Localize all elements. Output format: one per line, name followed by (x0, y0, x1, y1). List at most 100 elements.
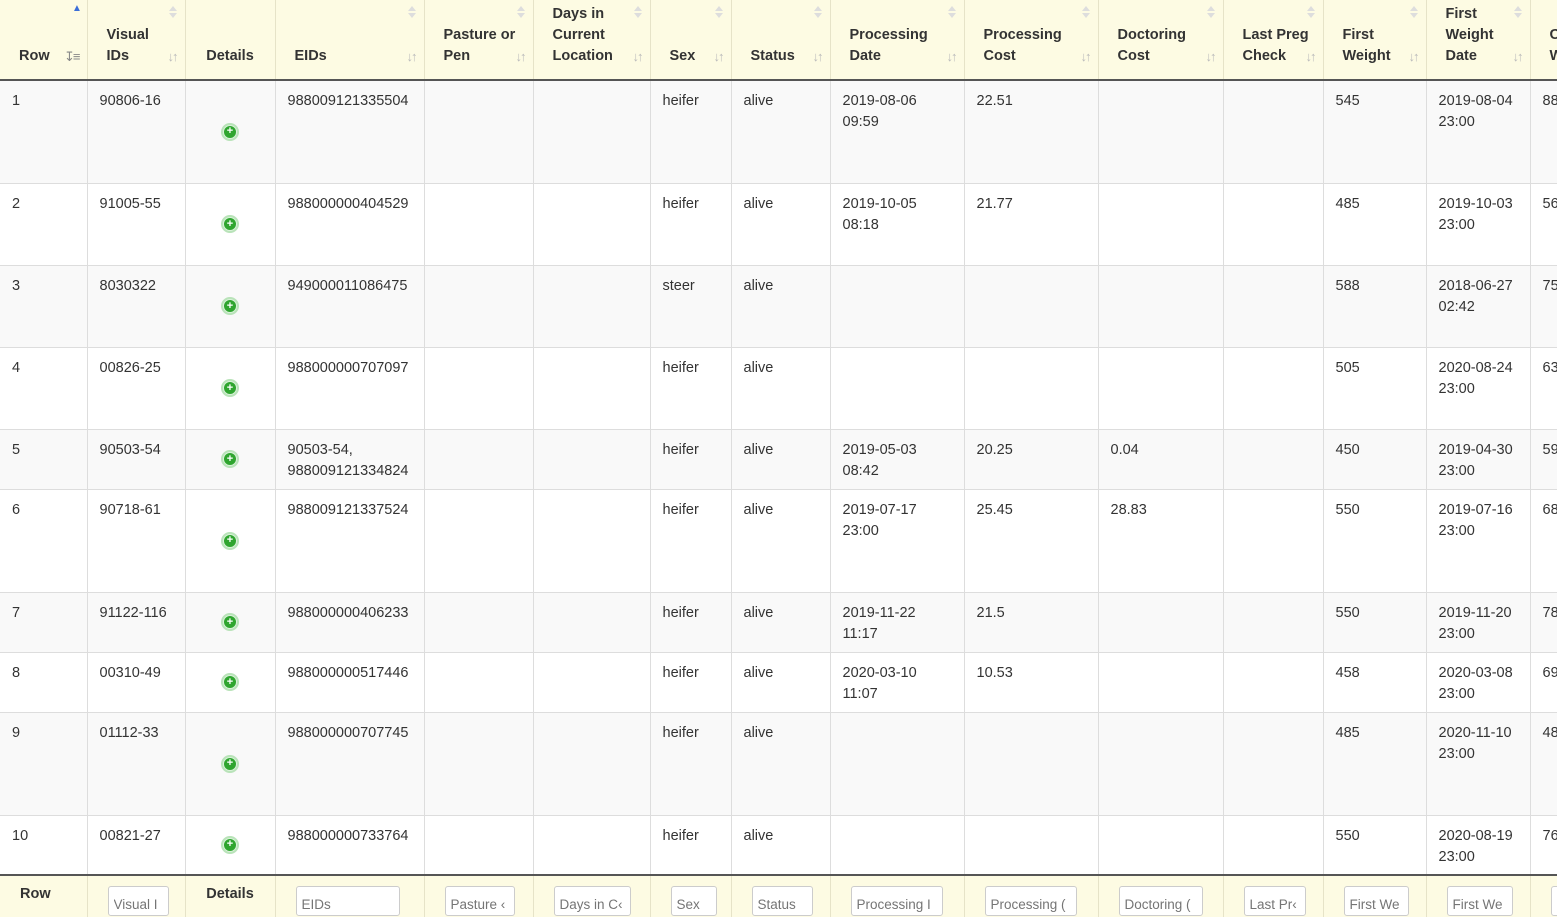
table-row[interactable]: 5 90503-54 +90503-54, 988009121334824 heife… (0, 429, 1557, 490)
expand-details-icon[interactable]: + (221, 531, 239, 550)
sort-toggle-icon[interactable]: ↓↑ (813, 46, 824, 67)
sort-toggle-icon[interactable]: ↓↑ (947, 46, 958, 67)
cell-proc-cost (964, 347, 1099, 430)
sort-arrows-icon[interactable] (1081, 6, 1090, 18)
cell-sex: heifer (650, 429, 732, 490)
sort-arrows-icon[interactable] (813, 6, 822, 18)
column-header-label: Days in Current Location (552, 6, 613, 64)
expand-details-icon[interactable]: + (221, 450, 239, 468)
column-header-status[interactable]: Status ↓↑ (731, 0, 831, 81)
sort-arrows-icon[interactable] (714, 6, 723, 18)
table-row[interactable]: 8 00310-49 +988000000517446 heifer alive 2020… (0, 652, 1557, 713)
cattle-data-table: Row ▲ ↧≡ Visual IDs ↓↑ Details EIDs ↓↑ Pasture o… (0, 0, 1557, 917)
footer-cell-row: Row (0, 874, 88, 917)
sort-arrows-icon[interactable] (407, 6, 416, 18)
expand-details-icon[interactable]: + (221, 379, 239, 397)
cell-pasture (424, 347, 534, 430)
cell-first-weight-date: 2019-04-30 23:00 (1426, 429, 1531, 490)
sort-active-icon[interactable]: ↧≡ (64, 46, 81, 67)
cell-pasture (424, 265, 534, 348)
filter-input-pasture[interactable] (444, 886, 516, 916)
sort-toggle-icon[interactable]: ↓↑ (633, 46, 644, 67)
filter-input-first-weight-date[interactable] (1446, 886, 1513, 916)
footer-cell-preg (1223, 874, 1324, 917)
expand-details-icon[interactable]: + (221, 673, 239, 691)
filter-input-doc-cost[interactable] (1118, 886, 1203, 916)
cell-current-weight: 59 (1530, 429, 1557, 490)
column-header-sex[interactable]: Sex ↓↑ (650, 0, 732, 81)
column-header-first-weight[interactable]: First Weight ↓↑ (1323, 0, 1427, 81)
cell-days (533, 592, 651, 653)
sort-arrows-icon[interactable] (1409, 6, 1418, 18)
cell-doc-cost: 28.83 (1098, 489, 1224, 593)
column-header-visual-ids[interactable]: Visual IDs ↓↑ (87, 0, 186, 81)
cell-days (533, 347, 651, 430)
sort-toggle-icon[interactable]: ↓↑ (516, 46, 527, 67)
cell-row: 10 (0, 815, 88, 876)
cell-proc-cost: 20.25 (964, 429, 1099, 490)
sort-arrows-icon[interactable] (947, 6, 956, 18)
filter-input-preg[interactable] (1243, 886, 1307, 916)
table-row[interactable]: 3 8030322 +949000011086475 steer alive 588 201… (0, 265, 1557, 348)
column-header-days[interactable]: Days in Current Location ↓↑ (533, 0, 651, 81)
sort-toggle-icon[interactable]: ↓↑ (1306, 46, 1317, 67)
column-header-current-weight[interactable]: C W (1530, 0, 1557, 81)
filter-input-sex[interactable] (670, 886, 717, 916)
cell-eids: 988009121337524 (275, 489, 425, 593)
sort-arrows-icon[interactable] (633, 6, 642, 18)
column-header-preg[interactable]: Last Preg Check ↓↑ (1223, 0, 1324, 81)
sort-toggle-icon[interactable]: ↓↑ (168, 46, 179, 67)
table-row[interactable]: 10 00821-27 +988000000733764 heifer alive 550… (0, 815, 1557, 876)
sort-arrows-icon[interactable] (168, 6, 177, 18)
cell-pasture (424, 652, 534, 713)
table-row[interactable]: 9 01112-33 +988000000707745 heifer alive 485 2… (0, 712, 1557, 816)
cell-visual-ids: 00821-27 (87, 815, 186, 876)
sort-toggle-icon[interactable]: ↓↑ (1206, 46, 1217, 67)
filter-input-eids[interactable] (295, 886, 401, 916)
sort-arrows-icon[interactable] (1513, 6, 1522, 18)
column-header-eids[interactable]: EIDs ↓↑ (275, 0, 425, 81)
cell-pasture (424, 592, 534, 653)
sort-toggle-icon[interactable]: ↓↑ (407, 46, 418, 67)
cell-first-weight-date: 2020-11-10 23:00 (1426, 712, 1531, 816)
cell-first-weight-date: 2020-08-19 23:00 (1426, 815, 1531, 876)
filter-input-first-weight[interactable] (1343, 886, 1409, 916)
table-row[interactable]: 7 91122-116 +988000000406233 heifer alive 201… (0, 592, 1557, 653)
cell-pasture (424, 80, 534, 184)
sort-arrows-icon[interactable] (1206, 6, 1215, 18)
expand-details-icon[interactable]: + (221, 613, 239, 631)
sort-arrows-icon[interactable] (1306, 6, 1315, 18)
sort-toggle-icon[interactable]: ↓↑ (1409, 46, 1420, 67)
table-row[interactable]: 1 90806-16 +988009121335504 heifer alive 2019… (0, 80, 1557, 184)
sort-arrows-icon[interactable] (516, 6, 525, 18)
table-row[interactable]: 4 00826-25 +988000000707097 heifer alive 505 2… (0, 347, 1557, 430)
cell-current-weight: 48 (1530, 712, 1557, 816)
filter-input-visual-ids[interactable] (107, 886, 169, 916)
column-header-pasture[interactable]: Pasture or Pen ↓↑ (424, 0, 534, 81)
filter-input-status[interactable] (751, 886, 814, 916)
cell-eids: 988000000406233 (275, 592, 425, 653)
expand-details-icon[interactable]: + (221, 835, 239, 854)
sort-toggle-icon[interactable]: ↓↑ (714, 46, 725, 67)
expand-details-icon[interactable]: + (221, 754, 239, 773)
table-row[interactable]: 6 90718-61 +988009121337524 heifer alive 2019… (0, 489, 1557, 593)
column-header-row[interactable]: Row ▲ ↧≡ (0, 0, 88, 81)
cell-preg (1223, 815, 1324, 876)
expand-details-icon[interactable]: + (221, 297, 239, 315)
filter-input-proc-cost[interactable] (984, 886, 1077, 916)
column-header-details[interactable]: Details (185, 0, 276, 81)
column-header-first-weight-date[interactable]: First Weight Date ↓↑ (1426, 0, 1531, 81)
cell-current-weight: 76 (1530, 815, 1557, 876)
column-header-doc-cost[interactable]: Doctoring Cost ↓↑ (1098, 0, 1224, 81)
sort-toggle-icon[interactable]: ↓↑ (1513, 46, 1524, 67)
table-row[interactable]: 2 91005-55 +988000000404529 heifer alive 2019… (0, 183, 1557, 266)
cell-days (533, 712, 651, 816)
expand-details-icon[interactable]: + (221, 215, 239, 233)
column-header-proc-cost[interactable]: Processing Cost ↓↑ (964, 0, 1099, 81)
sort-toggle-icon[interactable]: ↓↑ (1081, 46, 1092, 67)
filter-input-current-weight[interactable] (1550, 886, 1557, 916)
expand-details-icon[interactable]: + (221, 122, 239, 141)
filter-input-days[interactable] (553, 886, 631, 916)
column-header-proc-date[interactable]: Processing Date ↓↑ (830, 0, 965, 81)
filter-input-proc-date[interactable] (850, 886, 943, 916)
